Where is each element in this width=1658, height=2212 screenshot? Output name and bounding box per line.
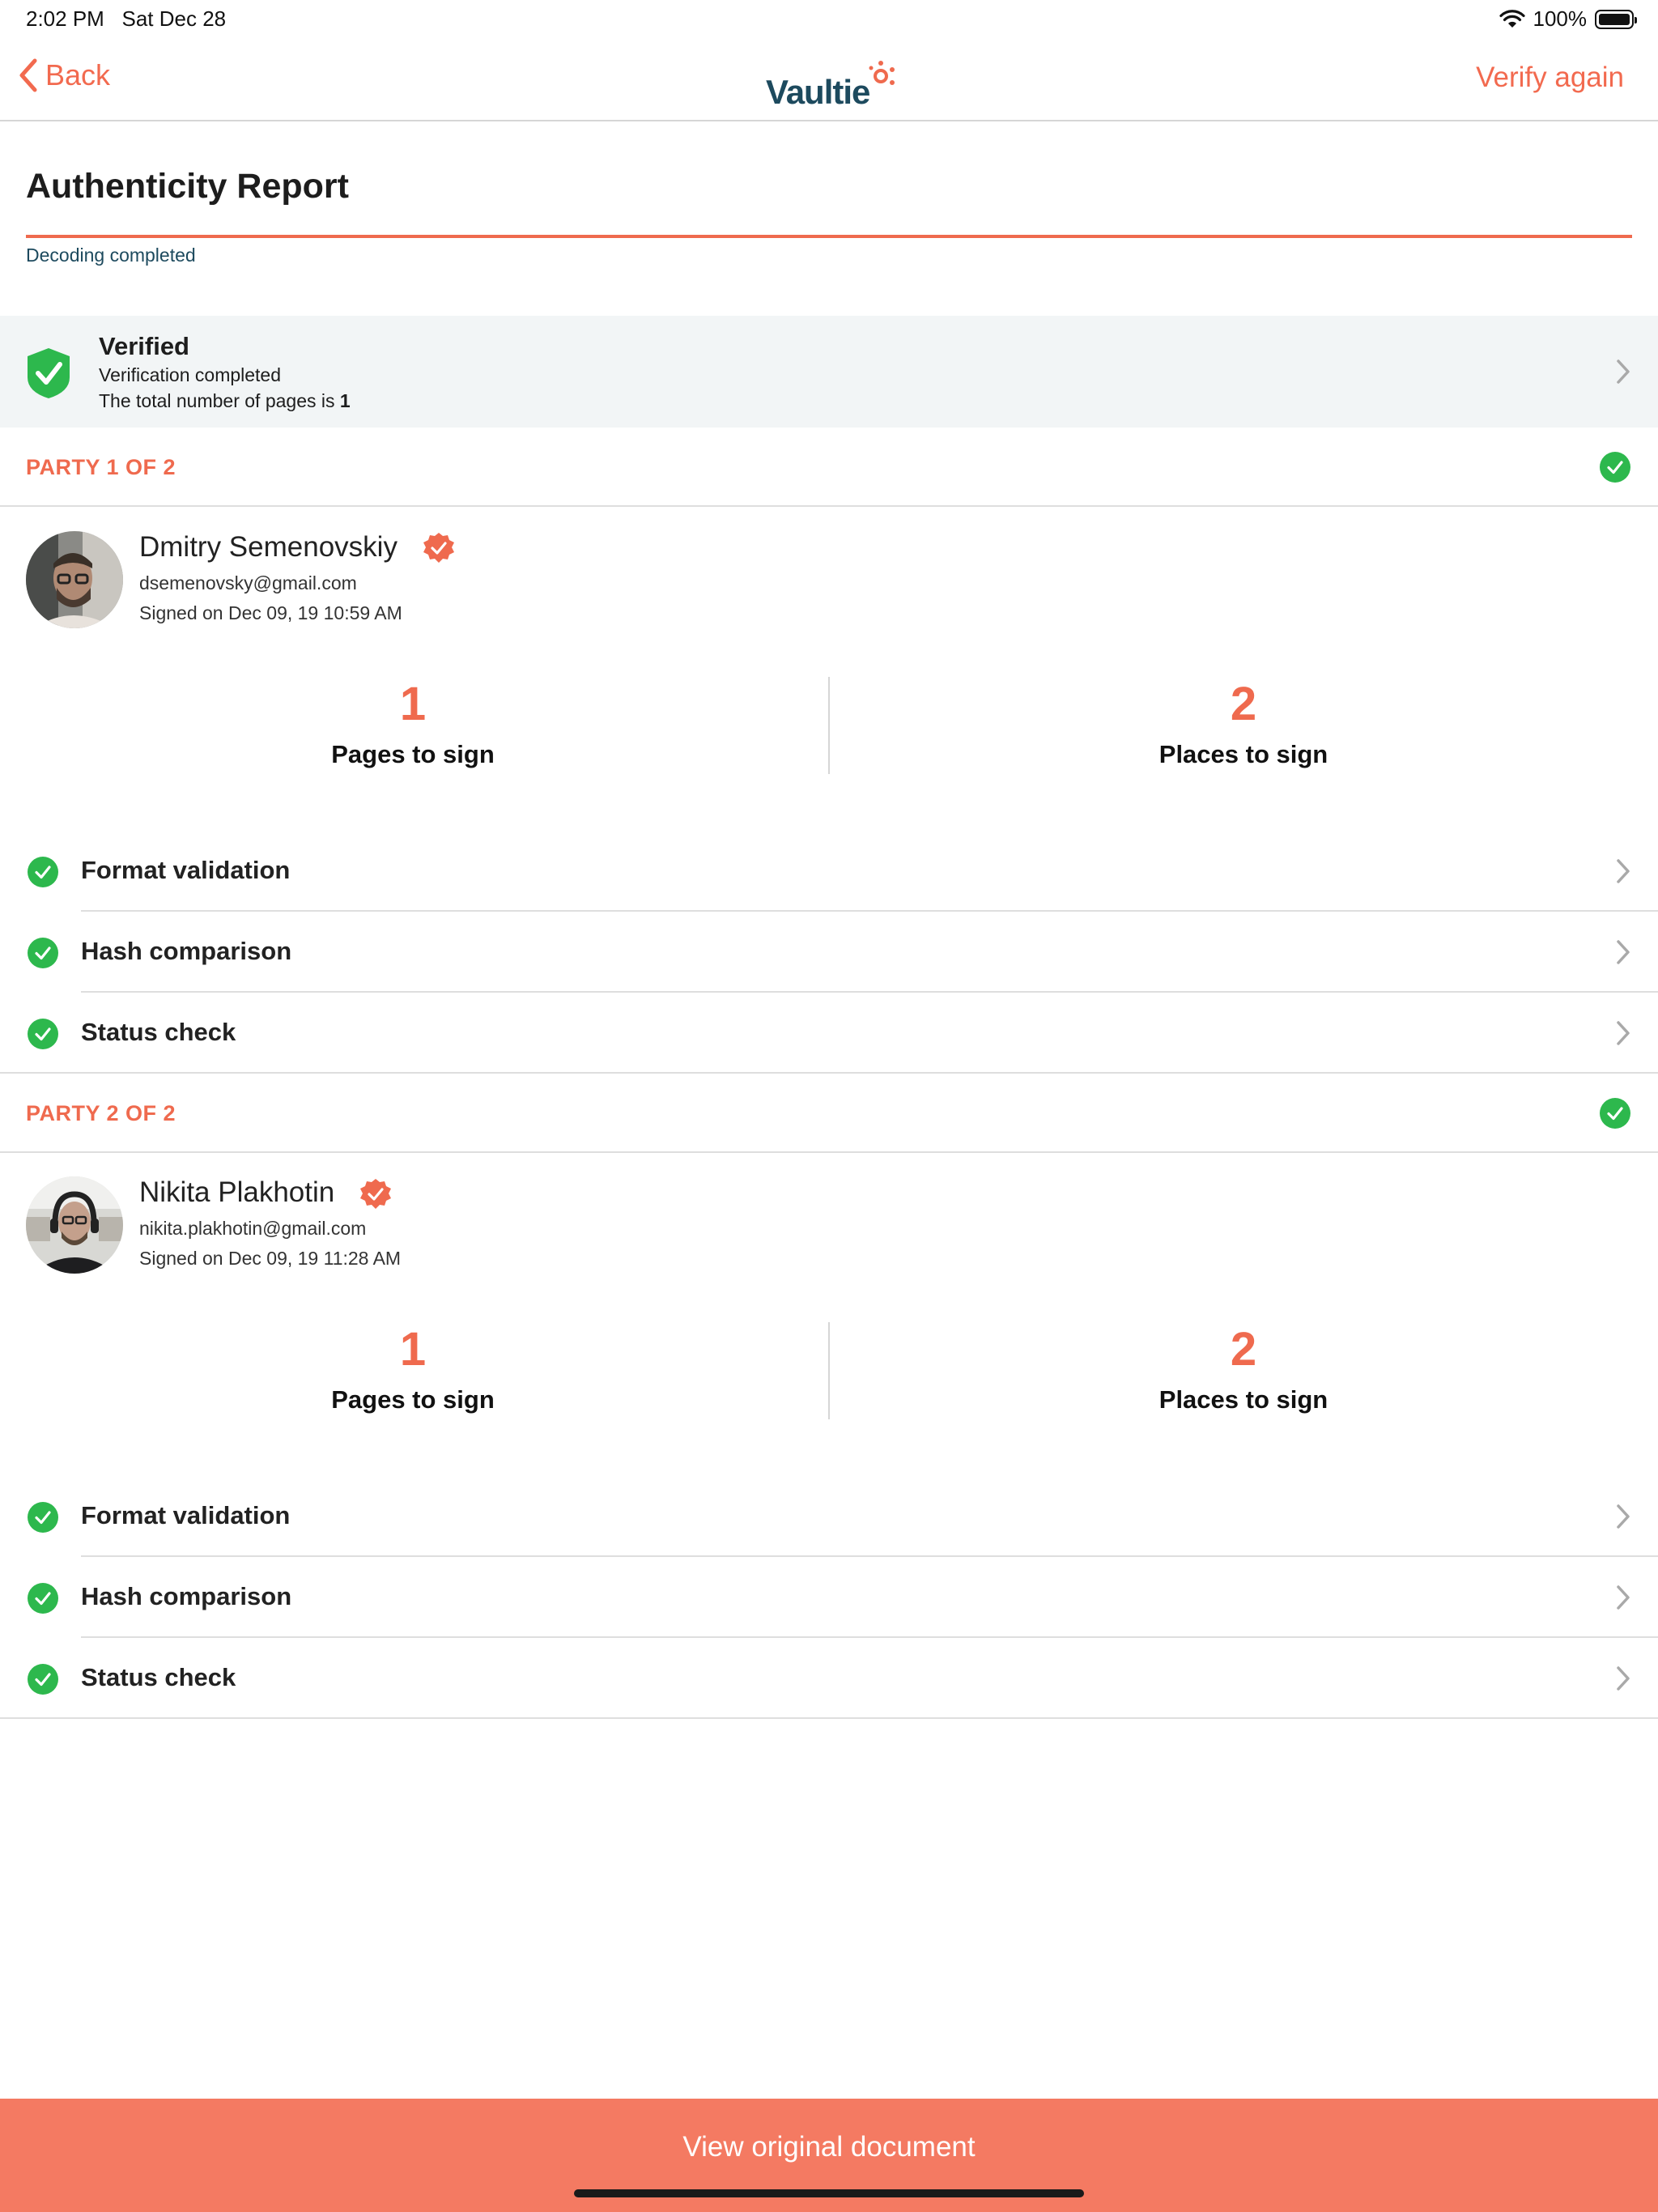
check-circle-icon xyxy=(28,1019,58,1049)
check-label: Hash comparison xyxy=(81,1582,292,1610)
check-hash-comparison[interactable]: Hash comparison xyxy=(0,1557,1658,1638)
progress-bar xyxy=(26,235,1632,238)
view-original-document-label: View original document xyxy=(682,2131,976,2163)
pages-text: The total number of pages is xyxy=(99,390,340,411)
check-circle-icon xyxy=(1600,1098,1630,1129)
check-label: Status check xyxy=(81,1663,236,1691)
places-to-sign-label: Places to sign xyxy=(1158,1385,1329,1414)
check-label: Format validation xyxy=(81,1501,291,1529)
wifi-icon xyxy=(1499,9,1525,28)
verification-status: Verification completed xyxy=(99,364,282,385)
back-button[interactable]: Back xyxy=(18,58,110,92)
battery-percent: 100% xyxy=(1533,6,1588,31)
places-to-sign-count: 2 xyxy=(1230,678,1257,730)
logo-text: Vaultie xyxy=(766,73,870,111)
places-to-sign-count: 2 xyxy=(1230,1323,1257,1376)
party-name: Dmitry Semenovskiy xyxy=(139,531,397,563)
pages-to-sign-label: Pages to sign xyxy=(331,1385,495,1414)
verification-title: Verified xyxy=(99,332,189,360)
progress-label: Decoding completed xyxy=(26,245,196,266)
pages-to-sign-count: 1 xyxy=(399,678,427,730)
verified-badge-icon xyxy=(360,1179,391,1209)
check-circle-icon xyxy=(28,1664,58,1695)
chevron-right-icon xyxy=(1617,359,1630,384)
chevron-right-icon xyxy=(1617,1021,1630,1045)
party-signed-date: Signed on Dec 09, 19 10:59 AM xyxy=(139,602,402,623)
stat-divider xyxy=(828,677,830,774)
party-email: nikita.plakhotin@gmail.com xyxy=(139,1218,367,1239)
vaultie-logo: Vaultie xyxy=(766,55,897,112)
status-right: 100% xyxy=(1499,6,1637,32)
check-status-check[interactable]: Status check xyxy=(0,1638,1658,1719)
check-label: Status check xyxy=(81,1018,236,1046)
status-time: 2:02 PM xyxy=(26,6,104,31)
nav-bar: Back Vaultie Verify again xyxy=(0,39,1658,121)
check-hash-comparison[interactable]: Hash comparison xyxy=(0,912,1658,993)
pages-to-sign-count: 1 xyxy=(399,1323,427,1376)
check-circle-icon xyxy=(28,857,58,887)
chevron-right-icon xyxy=(1617,859,1630,883)
stat-divider xyxy=(828,1322,830,1419)
pages-to-sign-label: Pages to sign xyxy=(331,740,495,768)
party-header: PARTY 2 OF 2 xyxy=(0,1074,1658,1153)
party-title: PARTY 2 OF 2 xyxy=(26,1101,176,1125)
status-bar: 2:02 PM Sat Dec 28 100% xyxy=(0,0,1658,39)
check-circle-icon xyxy=(28,1502,58,1533)
chevron-right-icon xyxy=(1617,1666,1630,1691)
logo-sun-icon xyxy=(869,61,895,85)
verified-badge-icon xyxy=(423,533,454,563)
shield-check-icon xyxy=(28,348,70,398)
party-signed-date: Signed on Dec 09, 19 11:28 AM xyxy=(139,1248,402,1269)
view-original-document-button[interactable]: View original document xyxy=(0,2099,1658,2212)
home-indicator xyxy=(574,2189,1084,2197)
avatar xyxy=(26,531,123,628)
check-circle-icon xyxy=(1600,452,1630,483)
party-email: dsemenovsky@gmail.com xyxy=(139,572,357,593)
check-label: Hash comparison xyxy=(81,937,292,965)
check-circle-icon xyxy=(28,1583,58,1614)
avatar-photo xyxy=(26,531,123,628)
check-format-validation[interactable]: Format validation xyxy=(0,831,1658,912)
verification-pages: The total number of pages is 1 xyxy=(99,390,351,412)
party-name: Nikita Plakhotin xyxy=(139,1176,335,1208)
check-status-check[interactable]: Status check xyxy=(0,993,1658,1074)
verify-again-button[interactable]: Verify again xyxy=(1476,62,1624,94)
back-label: Back xyxy=(45,58,111,91)
avatar-photo xyxy=(26,1176,123,1274)
party-title: PARTY 1 OF 2 xyxy=(26,455,176,479)
check-format-validation[interactable]: Format validation xyxy=(0,1476,1658,1557)
check-circle-icon xyxy=(28,938,58,968)
battery-icon xyxy=(1595,9,1637,29)
verification-summary[interactable]: Verified Verification completed The tota… xyxy=(0,316,1658,428)
status-time-date: 2:02 PM Sat Dec 28 xyxy=(26,6,226,32)
status-date: Sat Dec 28 xyxy=(121,6,227,31)
pages-count: 1 xyxy=(339,390,351,411)
chevron-right-icon xyxy=(1617,1504,1630,1529)
chevron-right-icon xyxy=(1617,940,1630,964)
party-header: PARTY 1 OF 2 xyxy=(0,428,1658,507)
check-label: Format validation xyxy=(81,856,291,884)
avatar xyxy=(26,1176,123,1274)
page-title: Authenticity Report xyxy=(26,167,349,206)
chevron-left-icon xyxy=(19,58,37,92)
chevron-right-icon xyxy=(1617,1585,1630,1610)
places-to-sign-label: Places to sign xyxy=(1158,740,1329,768)
row-separator xyxy=(0,1717,1658,1719)
